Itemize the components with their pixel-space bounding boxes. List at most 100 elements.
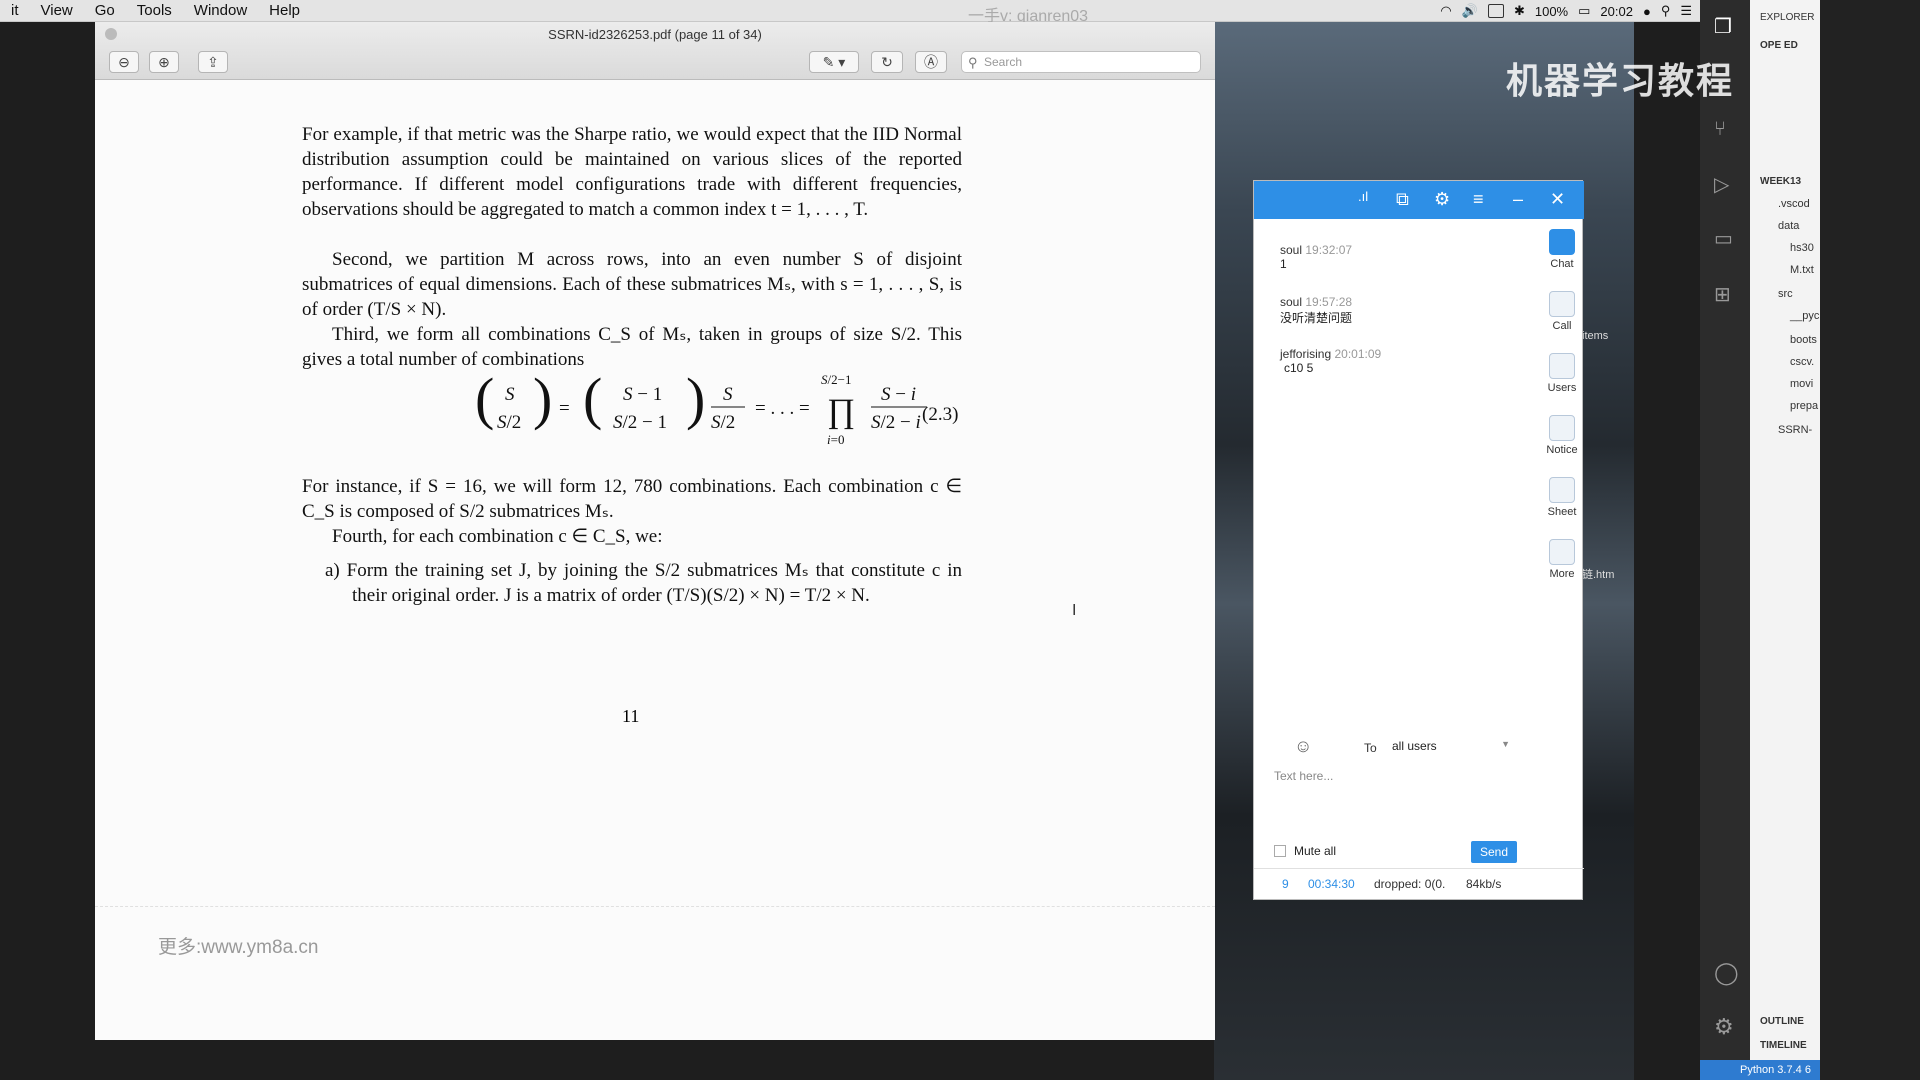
recipient-select[interactable]: all users ▼ — [1392, 739, 1510, 757]
chat-message: soul 19:57:28 没听清楚问题 — [1280, 295, 1352, 326]
menu-item-go[interactable]: Go — [84, 2, 126, 19]
side-tab-users[interactable]: Users — [1544, 353, 1580, 394]
tree-item[interactable]: movi — [1790, 378, 1813, 390]
chat-status-bar: 9 00:34:30 dropped: 0(0. 84kb/s — [1254, 868, 1584, 900]
tree-item[interactable]: cscv. — [1790, 356, 1814, 368]
svg-text:S/2−1: S/2−1 — [821, 372, 851, 387]
menu-item-view[interactable]: View — [30, 2, 84, 19]
files-icon[interactable]: ❐ — [1714, 14, 1732, 39]
side-tab-sheet[interactable]: Sheet — [1544, 477, 1580, 518]
menu-item-edit[interactable]: it — [0, 2, 30, 19]
zoom-in-icon[interactable]: ⊕ — [149, 51, 179, 73]
zoom-out-icon[interactable]: ⊖ — [109, 51, 139, 73]
vscode-activity-bar: ❐ ⑂ ▷ ▭ ⊞ ◯ ⚙ — [1700, 0, 1750, 1080]
markup-pen-icon[interactable]: ✎ ▾ — [809, 51, 859, 73]
video-watermark: 机器学习教程 — [1506, 60, 1735, 101]
svg-text:i=0: i=0 — [827, 432, 844, 447]
paragraph-fourth: Fourth, for each combination c ∈ C_S, we… — [332, 526, 663, 547]
search-input[interactable]: ⚲ Search — [961, 51, 1201, 73]
signal-icon: .ıl — [1358, 189, 1369, 204]
open-editors-header[interactable]: OPE ED — [1760, 40, 1798, 51]
svg-text:S/2: S/2 — [711, 412, 735, 433]
bluetooth-icon[interactable]: ✱ — [1514, 3, 1525, 19]
side-tab-call[interactable]: Call — [1544, 291, 1580, 332]
tree-item[interactable]: src — [1778, 288, 1793, 300]
volume-icon[interactable]: 🔊 — [1462, 3, 1478, 19]
explorer-title: EXPLORER — [1760, 12, 1815, 23]
chat-window: .ıl ⧉ ⚙ ≡ – ✕ soul 19:32:07 1 soul 19:57… — [1253, 180, 1584, 900]
screen-edge — [1820, 0, 1920, 1080]
popout-icon[interactable]: ⧉ — [1396, 189, 1409, 210]
svg-text:S: S — [723, 384, 733, 405]
notification-center-icon[interactable]: ☰ — [1680, 3, 1692, 19]
side-tab-chat[interactable]: Chat — [1544, 229, 1580, 270]
gear-icon[interactable]: ⚙ — [1714, 1014, 1734, 1040]
message-input[interactable]: Text here... — [1274, 769, 1564, 839]
equation-number: (2.3) — [922, 404, 959, 425]
minimize-icon[interactable]: – — [1513, 189, 1523, 210]
menu-icon[interactable]: ≡ — [1473, 189, 1484, 210]
tree-item[interactable]: prepa — [1790, 400, 1818, 412]
paragraph-sharpe: For example, if that metric was the Shar… — [302, 124, 962, 220]
equation-2-3: ( S S/2 ) = ( S − 1 S/2 − 1 ) S S/2 = . … — [475, 370, 927, 447]
mute-all-checkbox[interactable] — [1274, 845, 1286, 857]
tree-item[interactable]: SSRN- — [1778, 424, 1812, 436]
status-count: 9 — [1282, 877, 1289, 891]
search-icon: ⚲ — [968, 55, 978, 70]
menu-bar: it View Go Tools Window Help 一手v: qianre… — [0, 0, 1700, 25]
tree-item[interactable]: data — [1778, 220, 1799, 232]
menu-item-help[interactable]: Help — [258, 2, 311, 19]
settings-icon[interactable]: ⚙ — [1434, 189, 1450, 210]
svg-text:S: S — [505, 384, 515, 405]
clock[interactable]: 20:02 — [1600, 4, 1633, 19]
extensions-icon[interactable]: ⊞ — [1714, 282, 1731, 307]
side-tab-more[interactable]: More — [1544, 539, 1580, 580]
side-tab-label: More — [1549, 568, 1575, 580]
python-interpreter[interactable]: Python 3.7.4 6 — [1700, 1060, 1820, 1080]
rotate-icon[interactable]: ↻ — [871, 51, 903, 73]
user-icon[interactable]: ● — [1643, 4, 1651, 19]
text-cursor-icon: I — [1072, 602, 1077, 619]
tree-item[interactable]: .vscod — [1778, 198, 1810, 210]
tree-item[interactable]: boots — [1790, 334, 1817, 346]
timeline-header[interactable]: TIMELINE — [1760, 1040, 1807, 1051]
account-icon[interactable]: ◯ — [1714, 960, 1739, 986]
side-tab-notice[interactable]: Notice — [1544, 415, 1580, 456]
message-sender: jefforising — [1280, 347, 1332, 361]
wifi-icon[interactable]: ◠ — [1440, 3, 1451, 19]
message-text: 没听清楚问题 — [1280, 311, 1353, 325]
recipient-label: To — [1364, 741, 1377, 755]
annotate-icon[interactable]: Ⓐ — [915, 51, 947, 73]
send-button[interactable]: Send — [1471, 841, 1517, 863]
tree-item[interactable]: __pyc — [1790, 310, 1819, 322]
side-tab-label: Users — [1547, 382, 1577, 394]
display-icon[interactable] — [1487, 4, 1504, 18]
svg-text:S − i: S − i — [881, 384, 916, 405]
tree-item[interactable]: M.txt — [1790, 264, 1814, 276]
close-icon[interactable]: ✕ — [1550, 189, 1565, 210]
svg-text:(: ( — [475, 370, 494, 431]
search-placeholder: Search — [984, 55, 1023, 69]
share-icon[interactable]: ⇪ — [198, 51, 228, 73]
menu-item-window[interactable]: Window — [183, 2, 258, 19]
message-time: 19:57:28 — [1305, 295, 1353, 309]
tree-item[interactable]: hs30 — [1790, 242, 1814, 254]
run-debug-icon[interactable]: ▷ — [1714, 172, 1729, 197]
desktop-item-label: items — [1582, 330, 1609, 342]
emoji-icon[interactable]: ☺ — [1294, 736, 1312, 757]
workspace-header[interactable]: WEEK13 — [1760, 176, 1801, 187]
source-control-icon[interactable]: ⑂ — [1714, 118, 1726, 141]
spotlight-icon[interactable]: ⚲ — [1661, 3, 1671, 19]
remote-icon[interactable]: ▭ — [1714, 226, 1733, 251]
battery-icon[interactable]: ▭ — [1578, 3, 1590, 19]
svg-text:): ) — [686, 370, 705, 431]
outline-header[interactable]: OUTLINE — [1760, 1016, 1804, 1027]
mute-all-label: Mute all — [1294, 844, 1337, 858]
battery-percent: 100% — [1534, 3, 1569, 19]
pdf-page: For example, if that metric was the Shar… — [95, 80, 1215, 1040]
menu-item-tools[interactable]: Tools — [126, 2, 183, 19]
side-tab-label: Chat — [1550, 258, 1574, 270]
side-tab-label: Sheet — [1547, 506, 1577, 518]
message-time: 20:01:09 — [1334, 347, 1382, 361]
vscode-explorer: EXPLORER OPE ED WEEK13 .vscod data hs30 … — [1750, 0, 1820, 1080]
